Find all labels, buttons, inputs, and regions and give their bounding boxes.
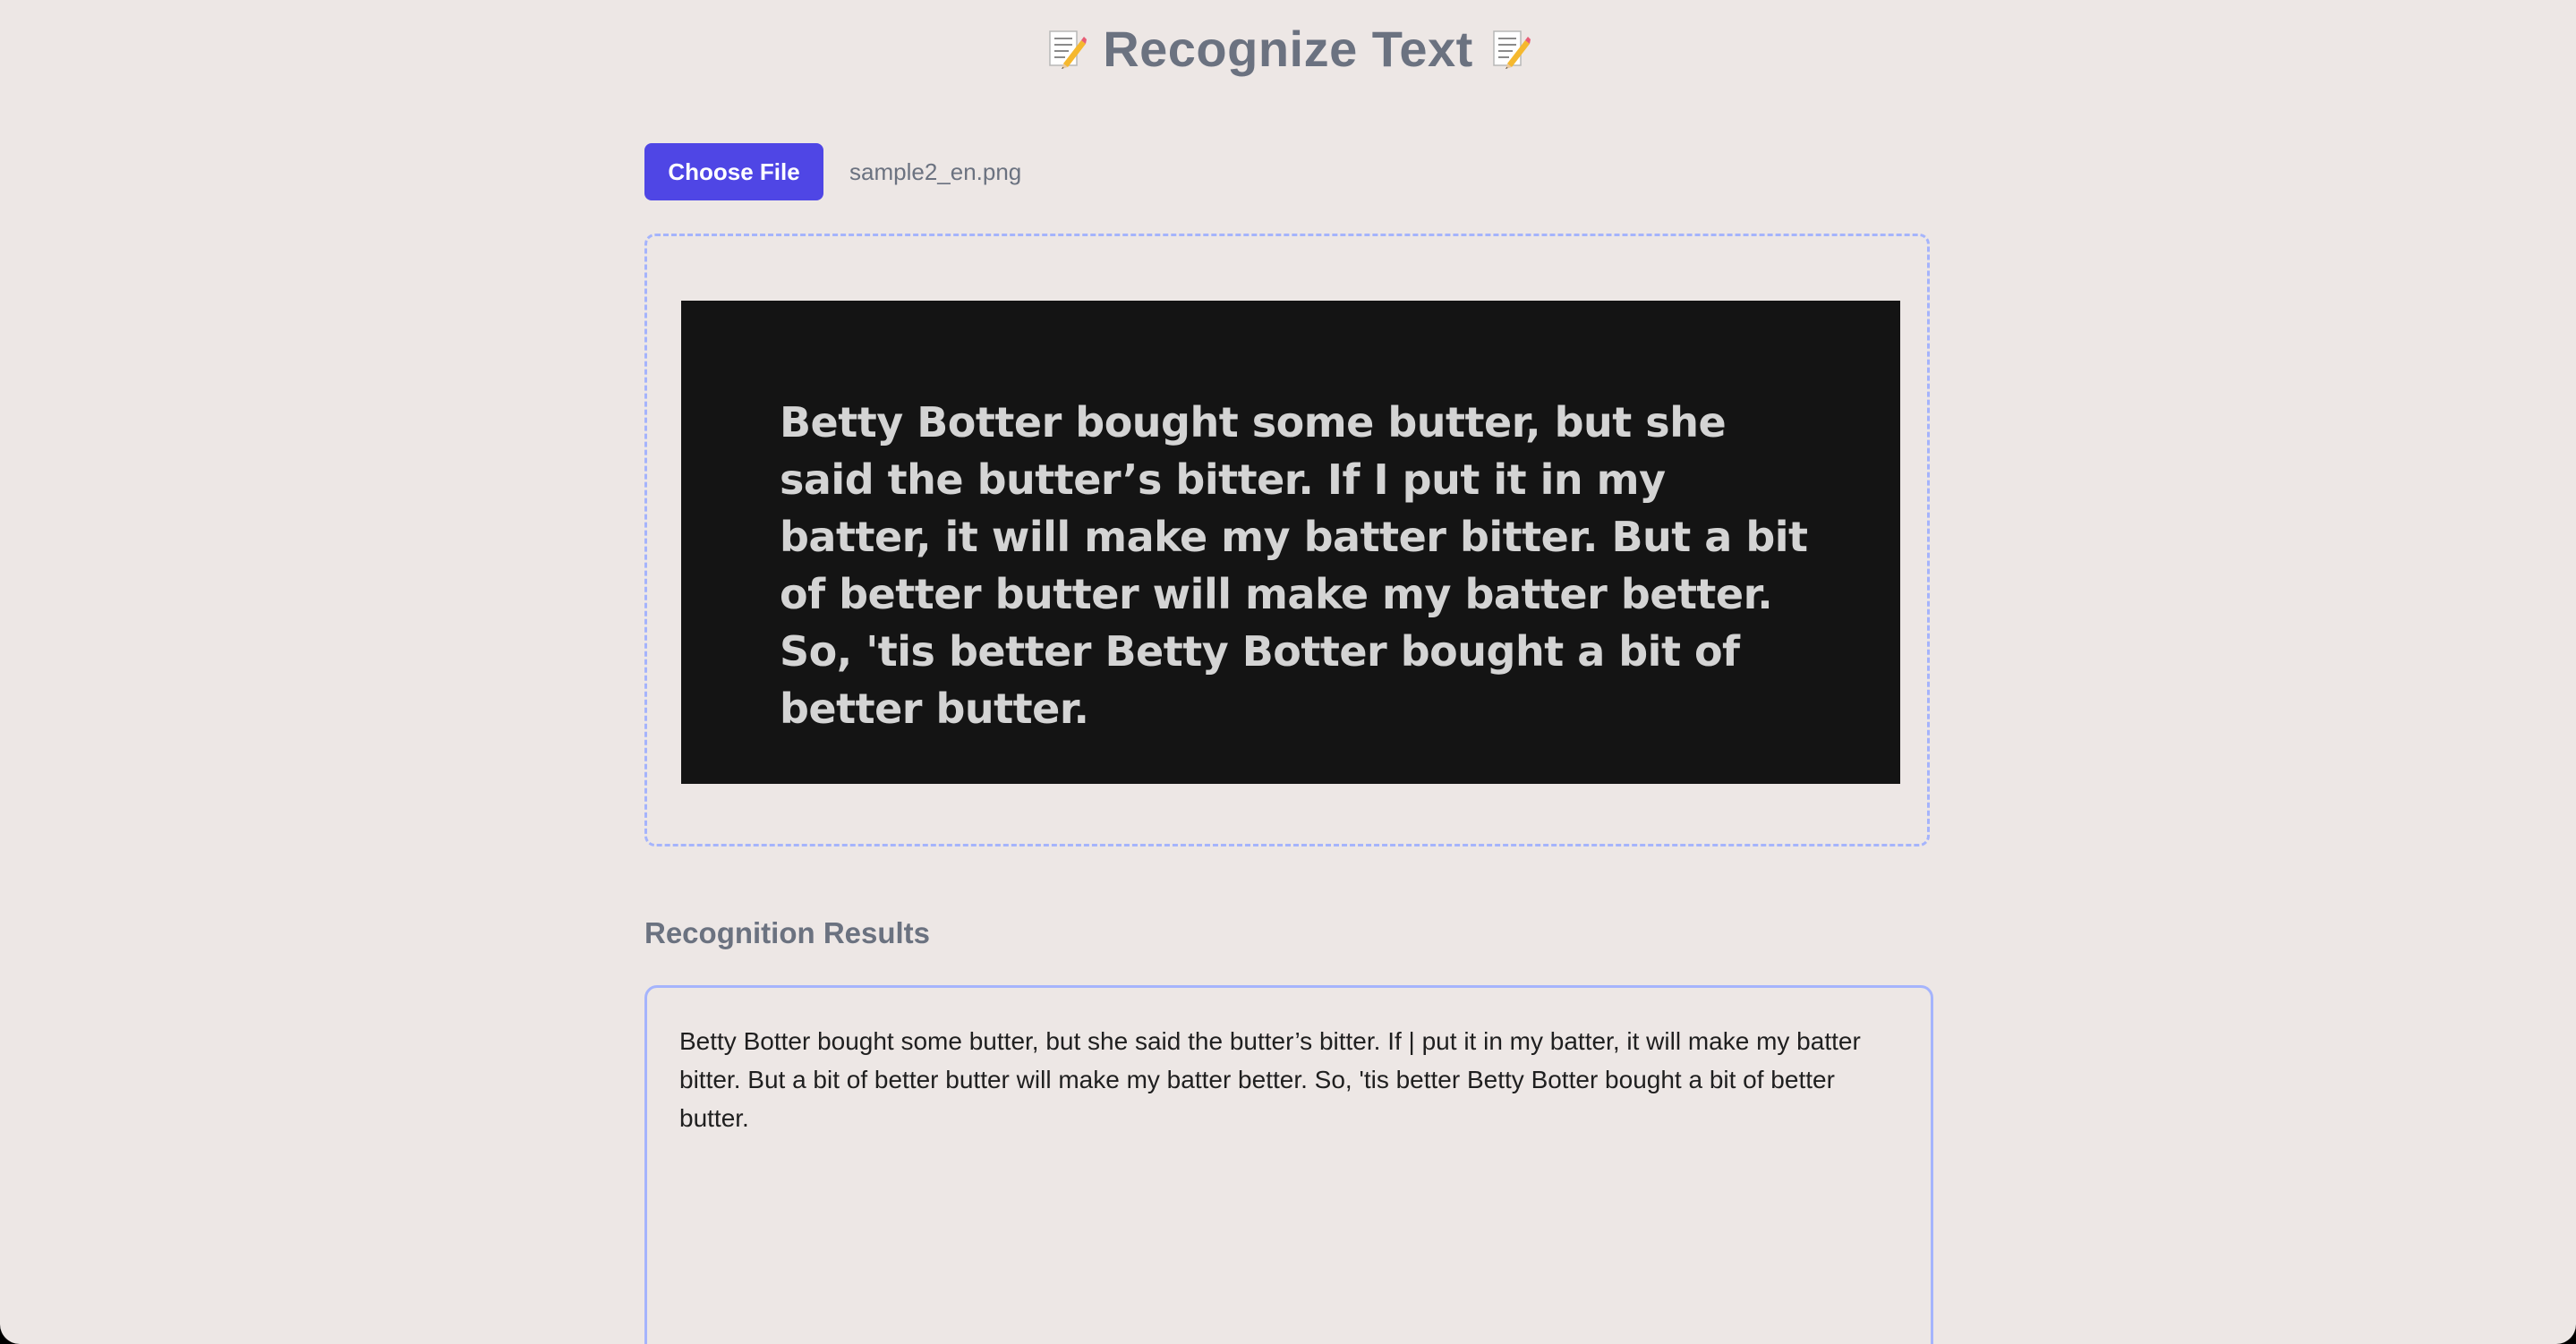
app-window: Recognize Text Choose File sample2_en.pn…: [0, 0, 2576, 1344]
results-heading: Recognition Results: [644, 916, 931, 949]
results-textarea[interactable]: Betty Botter bought some butter, but she…: [644, 985, 1933, 1344]
file-input: Choose File sample2_en.png: [644, 143, 1021, 200]
choose-file-button[interactable]: Choose File: [644, 143, 823, 200]
page-header: Recognize Text: [0, 13, 2576, 84]
image-drop-zone[interactable]: Betty Botter bought some butter, but she…: [644, 234, 1930, 846]
page-title: Recognize Text: [1103, 20, 1473, 77]
results-text: Betty Botter bought some butter, but she…: [679, 1027, 1861, 1132]
memo-icon: [1049, 30, 1088, 69]
image-preview: Betty Botter bought some butter, but she…: [681, 301, 1900, 784]
memo-icon: [1493, 30, 1531, 69]
preview-image-text: Betty Botter bought some butter, but she…: [780, 398, 1808, 733]
selected-file-name: sample2_en.png: [849, 157, 1022, 185]
